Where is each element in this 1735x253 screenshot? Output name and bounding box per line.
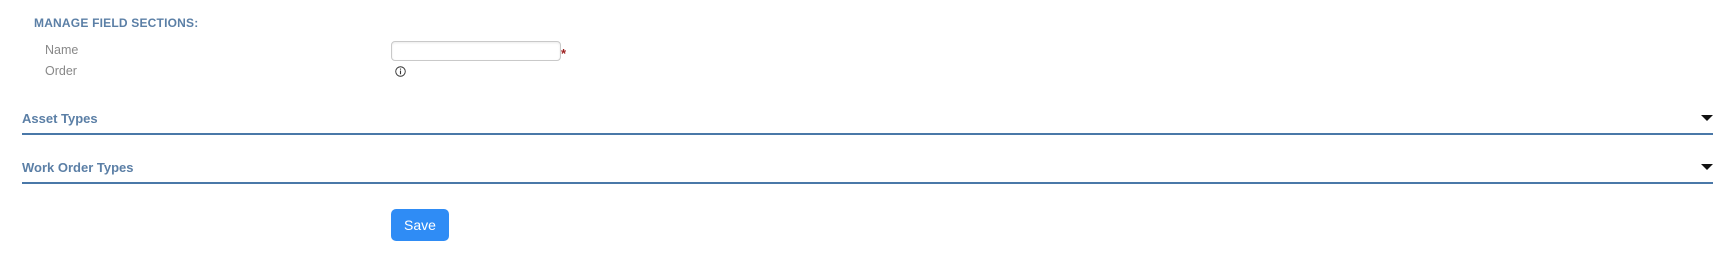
section-title: MANAGE FIELD SECTIONS: bbox=[34, 16, 199, 30]
save-button[interactable]: Save bbox=[391, 209, 449, 241]
work-order-types-accordion[interactable]: Work Order Types bbox=[22, 154, 1713, 184]
order-label: Order bbox=[45, 64, 77, 78]
caret-down-icon[interactable] bbox=[1701, 114, 1713, 122]
work-order-types-title: Work Order Types bbox=[22, 160, 134, 175]
info-circle-icon[interactable] bbox=[395, 66, 406, 77]
caret-down-icon[interactable] bbox=[1701, 163, 1713, 171]
name-label: Name bbox=[45, 43, 79, 57]
name-input[interactable] bbox=[391, 41, 561, 61]
asset-types-accordion[interactable]: Asset Types bbox=[22, 105, 1713, 135]
required-marker: * bbox=[561, 46, 567, 61]
manage-field-sections-page: MANAGE FIELD SECTIONS: Name * Order Asse… bbox=[0, 0, 1735, 253]
asset-types-title: Asset Types bbox=[22, 111, 98, 126]
